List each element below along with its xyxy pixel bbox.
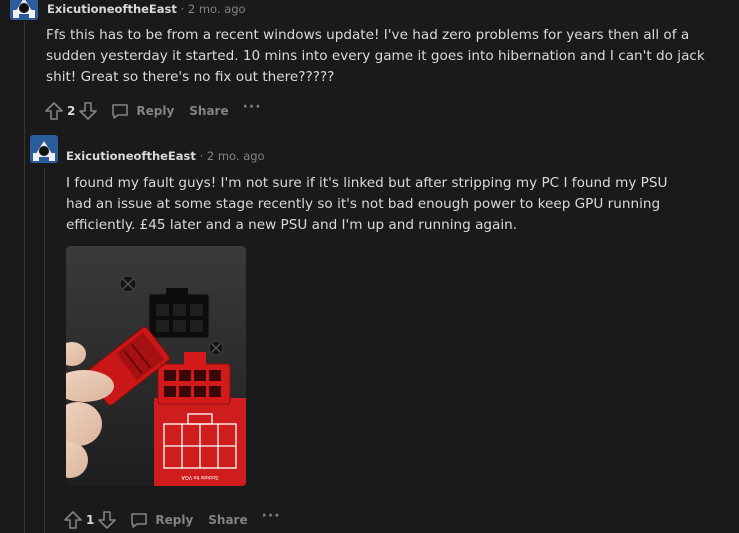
- more-icon[interactable]: ···: [243, 99, 262, 115]
- upvote-icon[interactable]: [44, 101, 64, 121]
- vote-count: 1: [86, 513, 95, 527]
- avatar[interactable]: [10, 0, 38, 20]
- separator-dot: ·: [180, 2, 185, 16]
- avatar[interactable]: [30, 135, 58, 163]
- share-button[interactable]: Share: [189, 104, 228, 118]
- reply-label: Reply: [136, 104, 175, 118]
- downvote-icon[interactable]: [97, 510, 117, 530]
- comment-line: Ffs this has to be from a recent windows…: [46, 27, 690, 43]
- downvote-icon[interactable]: [78, 101, 98, 121]
- comment-body: I found my fault guys! I'm not sure if i…: [66, 173, 667, 236]
- comment-line: had an issue at some stage recently so i…: [66, 196, 661, 212]
- reply-button[interactable]: Reply: [110, 101, 174, 121]
- comment-thread: ExicutioneoftheEast · 2 mo. ago Ffs this…: [0, 0, 739, 533]
- more-icon[interactable]: ···: [262, 508, 281, 524]
- thread-line-nested[interactable]: [44, 168, 45, 533]
- comment-meta: ExicutioneoftheEast · 2 mo. ago: [66, 149, 265, 163]
- timestamp[interactable]: 2 mo. ago: [188, 2, 246, 16]
- author-name[interactable]: ExicutioneoftheEast: [47, 2, 177, 16]
- thread-line[interactable]: [24, 22, 25, 533]
- share-button[interactable]: Share: [208, 513, 247, 527]
- author-name[interactable]: ExicutioneoftheEast: [66, 149, 196, 163]
- comment-line: efficiently. £45 later and a new PSU and…: [66, 217, 518, 233]
- image-caption: Sockets for VGA: [181, 474, 219, 480]
- comment-line: sudden yesterday it started. 10 mins int…: [46, 48, 705, 64]
- separator-dot: ·: [199, 149, 204, 163]
- vote-count: 2: [67, 104, 76, 118]
- comment-actions: 1 Reply Share ···: [63, 508, 281, 532]
- comment-line: shit! Great so there's no fix out there?…: [46, 69, 335, 85]
- reply-label: Reply: [155, 513, 194, 527]
- comment-line: I found my fault guys! I'm not sure if i…: [66, 175, 668, 191]
- reply-button[interactable]: Reply: [129, 510, 193, 530]
- comment-icon: [110, 101, 130, 121]
- comment-icon: [129, 510, 149, 530]
- comment-body: Ffs this has to be from a recent windows…: [46, 25, 705, 88]
- upvote-icon[interactable]: [63, 510, 83, 530]
- timestamp[interactable]: 2 mo. ago: [207, 149, 265, 163]
- comment-meta: ExicutioneoftheEast · 2 mo. ago: [47, 2, 246, 16]
- comment-actions: 2 Reply Share ···: [44, 99, 262, 123]
- comment-image[interactable]: Sockets for VGA: [66, 246, 246, 486]
